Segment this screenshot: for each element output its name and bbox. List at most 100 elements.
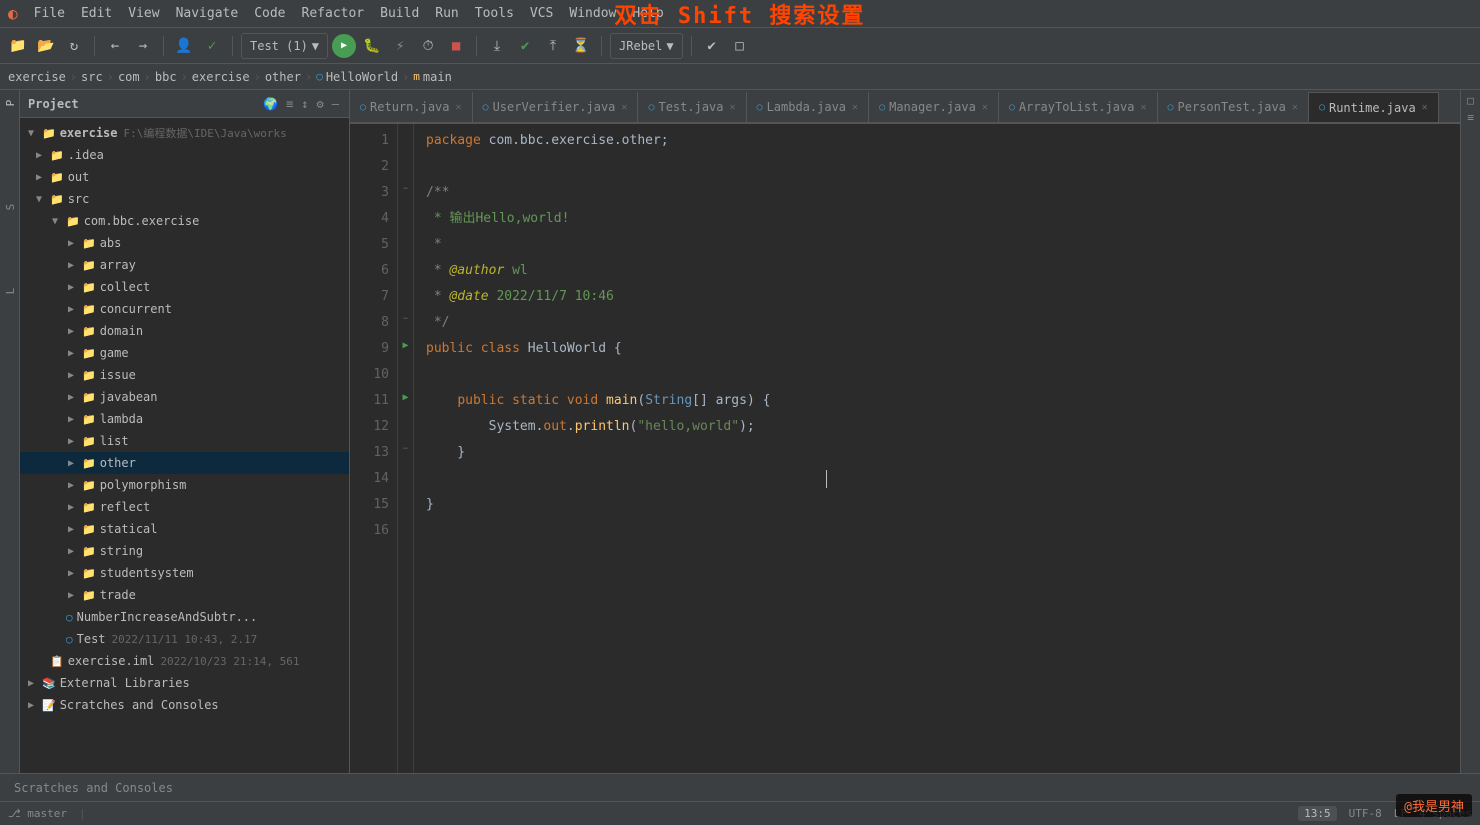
- menu-item-refactor[interactable]: Refactor: [294, 4, 373, 23]
- tab-userverifier[interactable]: ○ UserVerifier.java ✕: [473, 92, 639, 122]
- analyze-btn[interactable]: ✓: [200, 34, 224, 58]
- panel-icon-3[interactable]: ↕: [299, 95, 310, 113]
- right-icon-2[interactable]: ≡: [1467, 111, 1474, 124]
- sync-btn[interactable]: ↻: [62, 34, 86, 58]
- new-project-btn[interactable]: 📁: [6, 34, 30, 58]
- tree-issue[interactable]: ▶ 📁 issue: [20, 364, 349, 386]
- panel-icon-2[interactable]: ≡: [284, 95, 295, 113]
- stop-btn[interactable]: ■: [444, 34, 468, 58]
- tree-array[interactable]: ▶ 📁 array: [20, 254, 349, 276]
- panel-icon-1[interactable]: 🌍: [261, 95, 280, 113]
- tab-return[interactable]: ○ Return.java ✕: [350, 92, 473, 122]
- menu-item-file[interactable]: File: [26, 4, 73, 23]
- menu-item-vcs[interactable]: VCS: [522, 4, 561, 23]
- profile-run-btn[interactable]: ⏱: [416, 34, 440, 58]
- project-icon[interactable]: P: [1, 94, 19, 112]
- tree-lambda[interactable]: ▶ 📁 lambda: [20, 408, 349, 430]
- bottom-tab-scratches[interactable]: Scratches and Consoles: [4, 776, 183, 800]
- tree-out[interactable]: ▶ 📁 out: [20, 166, 349, 188]
- tree-ext-lib[interactable]: ▶ 📚 External Libraries: [20, 672, 349, 694]
- debug-btn[interactable]: 🐛: [360, 34, 384, 58]
- tree-javabean[interactable]: ▶ 📁 javabean: [20, 386, 349, 408]
- breadcrumb-exercise[interactable]: exercise: [8, 70, 66, 84]
- tab-arraytolist-close[interactable]: ✕: [1140, 102, 1146, 113]
- menu-item-run[interactable]: Run: [427, 4, 466, 23]
- tree-iml[interactable]: 📋 exercise.iml 2022/10/23 21:14, 561: [20, 650, 349, 672]
- tree-src[interactable]: ▼ 📁 src: [20, 188, 349, 210]
- tree-studentsystem[interactable]: ▶ 📁 studentsystem: [20, 562, 349, 584]
- panel-settings[interactable]: ⚙: [315, 95, 326, 113]
- breadcrumb-bbc[interactable]: bbc: [155, 70, 177, 84]
- push-btn[interactable]: ⤒: [541, 34, 565, 58]
- breadcrumb-src[interactable]: src: [81, 70, 103, 84]
- fold-start-3[interactable]: −: [403, 184, 408, 194]
- leetcode-icon[interactable]: L: [1, 282, 19, 300]
- tab-persontest-close[interactable]: ✕: [1292, 102, 1298, 113]
- breadcrumb-helloworld[interactable]: ○HelloWorld: [316, 70, 398, 84]
- tree-collect[interactable]: ▶ 📁 collect: [20, 276, 349, 298]
- menu-item-edit[interactable]: Edit: [73, 4, 120, 23]
- history-btn[interactable]: ⏳: [569, 34, 593, 58]
- tree-other[interactable]: ▶ 📁 other: [20, 452, 349, 474]
- menu-item-navigate[interactable]: Navigate: [168, 4, 247, 23]
- menu-item-view[interactable]: View: [120, 4, 167, 23]
- tree-statical[interactable]: ▶ 📁 statical: [20, 518, 349, 540]
- tree-game[interactable]: ▶ 📁 game: [20, 342, 349, 364]
- menu-item-window[interactable]: Window: [561, 4, 624, 23]
- code-content[interactable]: package com.bbc.exercise.other; /** * 输出…: [414, 124, 1460, 773]
- breadcrumb-main[interactable]: mmain: [413, 70, 452, 84]
- tree-domain[interactable]: ▶ 📁 domain: [20, 320, 349, 342]
- profile-btn[interactable]: 👤: [172, 34, 196, 58]
- breadcrumb-exercise2[interactable]: exercise: [192, 70, 250, 84]
- tree-test[interactable]: ○ Test 2022/11/11 10:43, 2.17: [20, 628, 349, 650]
- run-arrow-9[interactable]: ▶: [402, 340, 408, 351]
- tab-manager-close[interactable]: ✕: [982, 102, 988, 113]
- tree-com-bbc[interactable]: ▼ 📁 com.bbc.exercise: [20, 210, 349, 232]
- tree-string[interactable]: ▶ 📁 string: [20, 540, 349, 562]
- breadcrumb-other[interactable]: other: [265, 70, 301, 84]
- jrebel-selector[interactable]: JRebel ▼: [610, 33, 683, 59]
- nav-stop-btn[interactable]: □: [728, 34, 752, 58]
- tree-trade[interactable]: ▶ 📁 trade: [20, 584, 349, 606]
- tab-runtime[interactable]: ○ Runtime.java ✕: [1309, 92, 1439, 122]
- tree-number-increase[interactable]: ○ NumberIncreaseAndSubtr...: [20, 606, 349, 628]
- coverage-btn[interactable]: ⚡: [388, 34, 412, 58]
- tab-runtime-close[interactable]: ✕: [1422, 102, 1428, 113]
- tree-concurrent[interactable]: ▶ 📁 concurrent: [20, 298, 349, 320]
- tree-polymorphism[interactable]: ▶ 📁 polymorphism: [20, 474, 349, 496]
- commit-btn[interactable]: ✔: [513, 34, 537, 58]
- tree-reflect[interactable]: ▶ 📁 reflect: [20, 496, 349, 518]
- breadcrumb-com[interactable]: com: [118, 70, 140, 84]
- tab-lambda[interactable]: ○ Lambda.java ✕: [747, 92, 870, 122]
- nav-forward-btn[interactable]: ✔: [700, 34, 724, 58]
- tab-manager[interactable]: ○ Manager.java ✕: [869, 92, 999, 122]
- tree-scratches[interactable]: ▶ 📝 Scratches and Consoles: [20, 694, 349, 716]
- tree-idea[interactable]: ▶ 📁 .idea: [20, 144, 349, 166]
- fold-end-13[interactable]: −: [403, 444, 408, 454]
- run-btn[interactable]: ▶: [332, 34, 356, 58]
- menu-item-tools[interactable]: Tools: [467, 4, 522, 23]
- right-icon-1[interactable]: □: [1467, 94, 1474, 107]
- menu-item-code[interactable]: Code: [246, 4, 293, 23]
- tree-root[interactable]: ▼ 📁 exercise F:\编程数据\IDE\Java\works: [20, 122, 349, 144]
- tab-return-close[interactable]: ✕: [456, 102, 462, 113]
- code-editor[interactable]: 1 2 3 4 5 6 7 8 9 10 11 12 13 14 15 16: [350, 124, 1460, 773]
- back-btn[interactable]: ←: [103, 34, 127, 58]
- fold-end-8[interactable]: −: [403, 314, 408, 324]
- run-arrow-11[interactable]: ▶: [402, 392, 408, 403]
- tab-test-close[interactable]: ✕: [730, 102, 736, 113]
- tree-list[interactable]: ▶ 📁 list: [20, 430, 349, 452]
- structure-icon[interactable]: S: [1, 198, 19, 216]
- tab-lambda-close[interactable]: ✕: [852, 102, 858, 113]
- vcs-btn[interactable]: ⤓: [485, 34, 509, 58]
- menu-item-build[interactable]: Build: [372, 4, 427, 23]
- tab-persontest[interactable]: ○ PersonTest.java ✕: [1158, 92, 1309, 122]
- tree-abs[interactable]: ▶ 📁 abs: [20, 232, 349, 254]
- tab-arraytolist[interactable]: ○ ArrayToList.java ✕: [999, 92, 1158, 122]
- panel-close[interactable]: —: [330, 95, 341, 113]
- tab-userverifier-close[interactable]: ✕: [621, 102, 627, 113]
- menu-item-help[interactable]: Help: [624, 4, 671, 23]
- tab-test[interactable]: ○ Test.java ✕: [638, 92, 746, 122]
- forward-btn[interactable]: →: [131, 34, 155, 58]
- open-btn[interactable]: 📂: [34, 34, 58, 58]
